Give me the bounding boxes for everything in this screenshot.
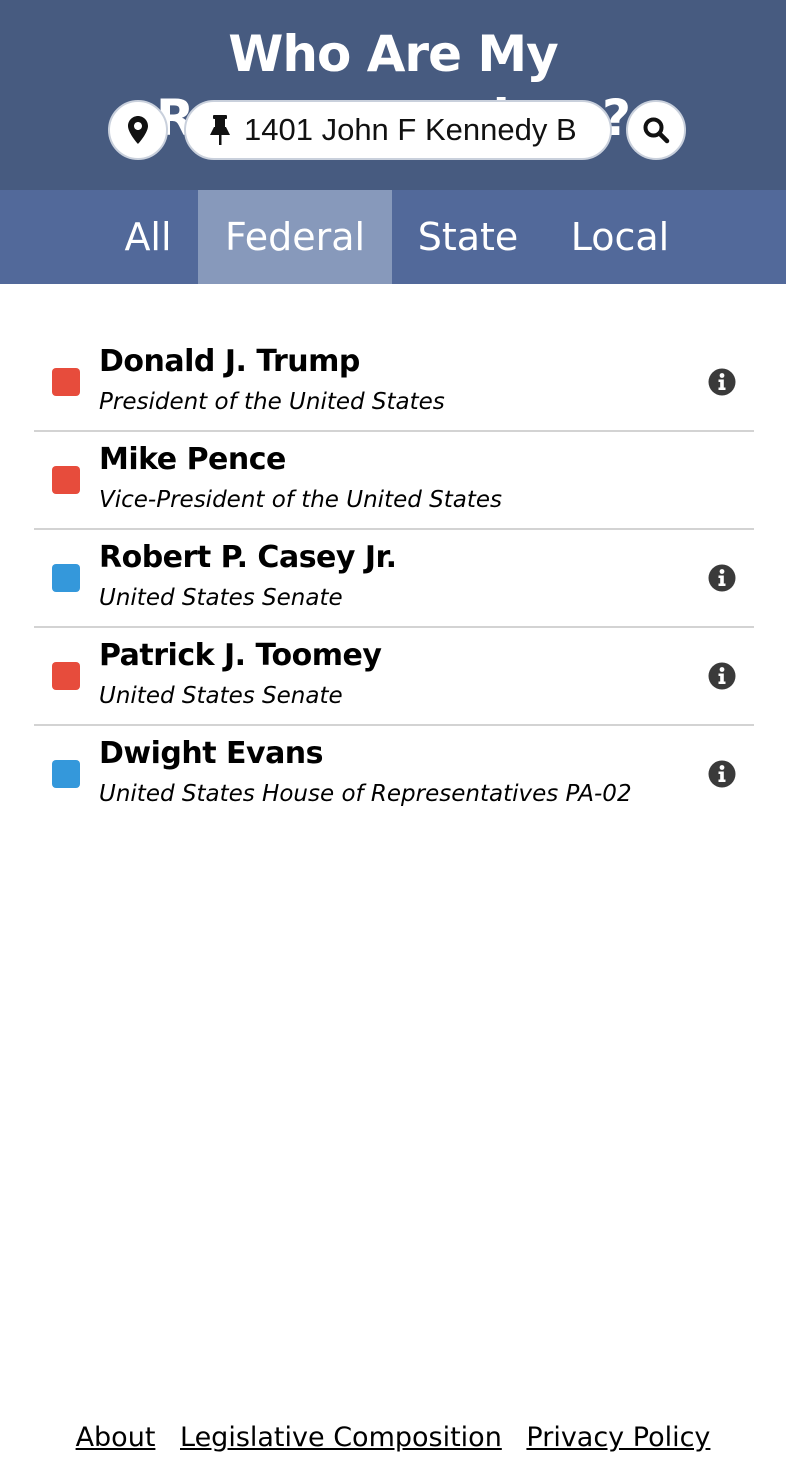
search-button[interactable] [626,100,686,160]
party-indicator [52,466,80,494]
party-indicator [52,760,80,788]
thumbtack-icon [208,115,232,145]
map-marker-icon [128,116,148,144]
party-indicator [52,368,80,396]
info-icon[interactable] [708,564,736,592]
page: Who Are My Representatives? [0,0,786,1480]
representative-name: Patrick J. Toomey [99,638,382,673]
privacy-policy-link[interactable]: Privacy Policy [526,1422,710,1453]
info-icon[interactable] [708,662,736,690]
representatives-list: Donald J. Trump President of the United … [34,334,754,824]
list-item[interactable]: Robert P. Casey Jr. United States Senate [34,530,754,628]
header: Who Are My Representatives? [0,0,786,190]
representative-name: Robert P. Casey Jr. [99,540,397,575]
representative-name: Dwight Evans [99,736,324,771]
list-item[interactable]: Patrick J. Toomey United States Senate [34,628,754,726]
representative-office: United States House of Representatives P… [99,781,632,807]
legislative-composition-link[interactable]: Legislative Composition [180,1422,502,1453]
info-icon[interactable] [708,368,736,396]
party-indicator [52,662,80,690]
search-icon [643,117,670,144]
list-item[interactable]: Mike Pence Vice-President of the United … [34,432,754,530]
level-tabs: All Federal State Local [0,190,786,284]
party-indicator [52,564,80,592]
representative-name: Mike Pence [99,442,286,477]
tab-local[interactable]: Local [544,190,696,284]
representative-office: President of the United States [99,389,445,415]
representative-name: Donald J. Trump [99,344,360,379]
tab-federal[interactable]: Federal [198,190,392,284]
tab-all[interactable]: All [98,190,198,284]
representative-office: Vice-President of the United States [99,487,503,513]
representative-office: United States Senate [99,683,343,709]
list-item[interactable]: Dwight Evans United States House of Repr… [34,726,754,824]
address-input[interactable] [244,112,580,148]
address-field[interactable] [184,100,612,160]
list-item[interactable]: Donald J. Trump President of the United … [34,334,754,432]
tab-state[interactable]: State [392,190,544,284]
locate-me-button[interactable] [108,100,168,160]
footer: About Legislative Composition Privacy Po… [0,1418,786,1458]
representative-office: United States Senate [99,585,343,611]
about-link[interactable]: About [76,1422,156,1453]
info-icon[interactable] [708,760,736,788]
